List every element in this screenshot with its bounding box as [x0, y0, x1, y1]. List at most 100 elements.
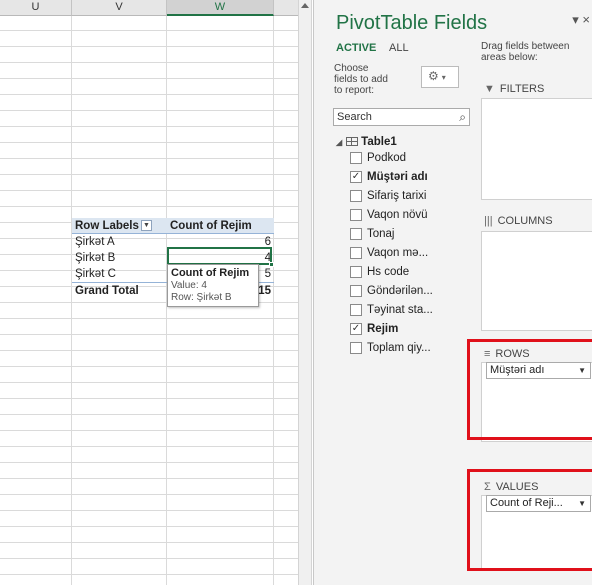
columns-area-header: ||| COLUMNS: [484, 215, 553, 227]
grid-line: [0, 110, 298, 111]
field-label: Sifariş tarixi: [367, 190, 427, 202]
grid-line: [0, 494, 298, 495]
tab-all[interactable]: ALL: [389, 42, 409, 54]
worksheet-grid[interactable]: U V W Row Labels ▼ Count of Rejim Şirkət …: [0, 0, 298, 585]
collapse-triangle-icon[interactable]: ◢: [336, 138, 342, 147]
field-label: Vaqon mə...: [367, 247, 429, 259]
field-label: Göndərilən...: [367, 285, 433, 297]
pivottable-fields-pane: PivotTable Fields ▾ × ACTIVE ALL Choose …: [313, 0, 592, 585]
search-placeholder: Search: [337, 111, 372, 123]
grid-line: [71, 16, 72, 585]
grid-line: [0, 446, 298, 447]
pane-title: PivotTable Fields: [336, 12, 488, 34]
filter-funnel-icon: ▼: [484, 83, 495, 95]
table-icon: [346, 137, 359, 146]
pivot-value-header[interactable]: Count of Rejim: [167, 218, 274, 234]
pane-options-close-icon[interactable]: ▾ ×: [572, 12, 590, 28]
field-item[interactable]: Podkod: [336, 149, 476, 168]
field-checkbox[interactable]: [350, 266, 362, 278]
pivot-grand-total-label[interactable]: Grand Total: [72, 282, 167, 298]
field-item[interactable]: Sifariş tarixi: [336, 187, 476, 206]
pivot-row-label[interactable]: Şirkət B: [72, 250, 167, 266]
pivot-row-label[interactable]: Şirkət C: [72, 266, 167, 282]
search-icon[interactable]: ⌕: [459, 109, 466, 125]
grid-line: [0, 30, 298, 31]
grid-line: [0, 558, 298, 559]
grid-line: [0, 350, 298, 351]
field-item[interactable]: Vaqon növü: [336, 206, 476, 225]
grid-line: [0, 190, 298, 191]
columns-label: COLUMNS: [497, 215, 553, 227]
tooltip-title: Count of Rejim: [171, 267, 250, 279]
chevron-down-icon: ▾: [441, 73, 446, 82]
field-checkbox[interactable]: [350, 304, 362, 316]
fill-handle[interactable]: [269, 262, 274, 267]
rows-highlight-box: [467, 339, 592, 440]
grid-line: [0, 414, 298, 415]
columns-icon: |||: [484, 215, 493, 227]
field-label: Təyinat sta...: [367, 304, 433, 316]
columns-drop-zone[interactable]: [481, 231, 592, 331]
grid-line: [0, 526, 298, 527]
grid-line: [0, 206, 298, 207]
grid-line: [0, 126, 298, 127]
table-name: Table1: [361, 136, 397, 148]
grid-line: [0, 318, 298, 319]
gear-icon: ⚙: [428, 69, 439, 83]
search-input[interactable]: Search ⌕: [333, 108, 470, 126]
field-checkbox[interactable]: [350, 247, 362, 259]
choose-fields-label: Choose fields to add to report:: [334, 63, 388, 96]
field-item[interactable]: Vaqon mə...: [336, 244, 476, 263]
filters-area-header: ▼ FILTERS: [484, 83, 544, 95]
grid-line: [0, 382, 298, 383]
field-item[interactable]: Tonaj: [336, 225, 476, 244]
column-header-v[interactable]: V: [72, 0, 167, 16]
filter-dropdown-icon[interactable]: ▼: [140, 220, 152, 232]
value-tooltip: Count of Rejim Value: 4 Row: Şirkət B: [167, 264, 259, 307]
drag-fields-label: Drag fields between areas below:: [481, 41, 570, 63]
active-cell-selection: [167, 247, 274, 267]
grid-line: [0, 46, 298, 47]
field-item[interactable]: Göndərilən...: [336, 282, 476, 301]
field-label: Rejim: [367, 323, 399, 335]
field-item[interactable]: ✓ Müştəri adı: [336, 168, 476, 187]
field-item[interactable]: ✓ Rejim: [336, 320, 476, 339]
tooltip-row: Row: Şirkət B: [171, 292, 232, 303]
field-checkbox[interactable]: ✓: [350, 323, 362, 335]
grid-line: [0, 174, 298, 175]
grid-line: [0, 430, 298, 431]
table-node[interactable]: ◢ Table1: [336, 135, 476, 149]
grid-line: [0, 574, 298, 575]
row-labels-text: Row Labels: [75, 220, 139, 232]
field-checkbox[interactable]: [350, 342, 362, 354]
grid-line: [0, 510, 298, 511]
field-checkbox[interactable]: [350, 228, 362, 240]
pivot-row-label[interactable]: Şirkət A: [72, 234, 167, 250]
grid-line: [273, 16, 274, 585]
grid-line: [0, 366, 298, 367]
field-item[interactable]: Toplam qiy...: [336, 339, 476, 358]
field-item[interactable]: Təyinat sta...: [336, 301, 476, 320]
field-checkbox[interactable]: [350, 209, 362, 221]
column-header-u[interactable]: U: [0, 0, 72, 16]
grid-line: [0, 62, 298, 63]
filters-drop-zone[interactable]: [481, 98, 592, 200]
grid-line: [0, 142, 298, 143]
field-checkbox[interactable]: [350, 152, 362, 164]
field-label: Vaqon növü: [367, 209, 428, 221]
column-header-w[interactable]: W: [167, 0, 274, 16]
vertical-scrollbar[interactable]: [298, 0, 312, 585]
field-checkbox[interactable]: ✓: [350, 171, 362, 183]
grid-line: [0, 78, 298, 79]
field-item[interactable]: Hs code: [336, 263, 476, 282]
tab-active[interactable]: ACTIVE: [336, 42, 376, 54]
field-checkbox[interactable]: [350, 285, 362, 297]
tools-button[interactable]: ⚙ ▾: [421, 66, 459, 88]
column-header-x[interactable]: [274, 0, 298, 16]
pivot-row-labels-header[interactable]: Row Labels ▼: [72, 218, 167, 234]
field-label: Toplam qiy...: [367, 342, 431, 354]
scroll-up-icon[interactable]: [301, 3, 309, 8]
grid-line: [0, 334, 298, 335]
filters-label: FILTERS: [499, 83, 545, 95]
field-checkbox[interactable]: [350, 190, 362, 202]
